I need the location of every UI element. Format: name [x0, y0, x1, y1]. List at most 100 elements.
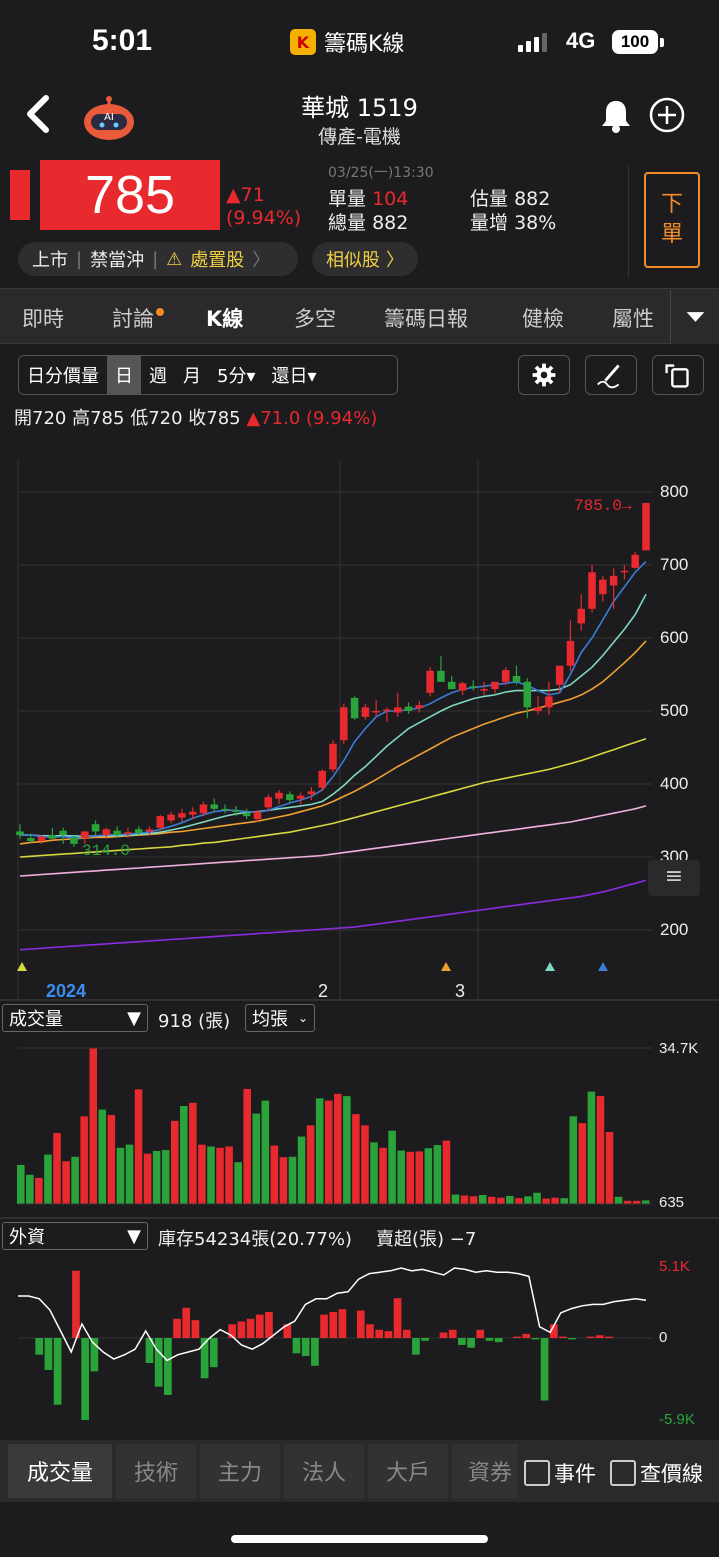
chart-resize-handle[interactable]: ≡ [648, 860, 700, 896]
volume-bar [26, 1174, 34, 1204]
volume-bar [134, 1089, 143, 1204]
foreign-bar [209, 1338, 218, 1368]
candle-body [340, 707, 348, 741]
candle-body [501, 670, 510, 682]
caret-down-icon: ▼ [127, 1007, 141, 1029]
foreign-bar [540, 1338, 549, 1401]
candle-body [134, 829, 143, 833]
candle-body [426, 670, 434, 693]
foreign-y-min: -5.9K [659, 1411, 695, 1428]
candle-body [404, 706, 413, 711]
volume-bar [343, 1096, 351, 1204]
volume-bar [352, 1114, 360, 1204]
volume-bar [542, 1198, 550, 1204]
candle-body [469, 686, 478, 688]
volume-bar [497, 1197, 505, 1204]
foreign-bar [356, 1310, 365, 1338]
btab-technical[interactable]: 技術 [116, 1444, 196, 1498]
volume-bar [80, 1116, 88, 1204]
volume-bar [324, 1100, 333, 1204]
foreign-bar [255, 1314, 264, 1338]
foreign-bar [53, 1338, 62, 1405]
events-checkbox[interactable]: 事件 [524, 1458, 596, 1488]
candle-body [372, 711, 380, 713]
foreign-bar [246, 1318, 255, 1338]
event-marker-icon [598, 962, 608, 971]
btab-volume[interactable]: 成交量 [8, 1444, 112, 1498]
volume-bar [533, 1192, 541, 1204]
y-tick: 200 [660, 920, 689, 939]
volume-bar [506, 1195, 514, 1204]
candle-body [437, 670, 445, 682]
volume-y-max: 34.7K [659, 1040, 699, 1057]
volume-bar [270, 1145, 279, 1204]
foreign-bar [164, 1338, 172, 1395]
foreign-bar [595, 1335, 604, 1338]
foreign-bar [586, 1336, 595, 1338]
foreign-bar [494, 1338, 503, 1343]
candle-body [221, 808, 229, 811]
foreign-bar [522, 1333, 531, 1338]
candle-body [124, 832, 132, 834]
price-line-checkbox[interactable]: 查價線 [610, 1458, 703, 1488]
candle-body [167, 814, 175, 821]
foreign-bar [393, 1298, 402, 1338]
volume-bar [578, 1123, 587, 1204]
candle-body [102, 829, 111, 836]
candle-body [534, 707, 542, 711]
candle-body [523, 681, 532, 708]
volume-bar [515, 1198, 523, 1204]
volume-bar [397, 1150, 405, 1204]
foreign-bar [154, 1338, 163, 1387]
volume-bar [225, 1146, 233, 1204]
x-label-year: 2024 [46, 981, 87, 1001]
volume-bar [161, 1150, 170, 1204]
candle-body [566, 640, 575, 666]
volume-bar [98, 1109, 107, 1204]
volume-bar [478, 1195, 487, 1204]
foreign-bar [467, 1338, 475, 1348]
candle-body [286, 794, 294, 801]
btab-margin[interactable]: 資券 [452, 1444, 518, 1498]
volume-bar [614, 1196, 623, 1204]
volume-bar [388, 1130, 396, 1204]
btab-institutional[interactable]: 法人 [284, 1444, 364, 1498]
btab-big-holders[interactable]: 大戶 [368, 1444, 448, 1498]
candle-body [415, 705, 424, 709]
volume-bar [433, 1145, 442, 1204]
volume-bar [297, 1136, 306, 1204]
ma240-line [19, 879, 647, 951]
volume-bar [107, 1114, 116, 1204]
volume-bar [89, 1048, 98, 1204]
volume-bar [587, 1091, 596, 1204]
candle-body [145, 829, 154, 832]
candle-body [199, 804, 208, 814]
btab-main-force[interactable]: 主力 [200, 1444, 280, 1498]
volume-bar [551, 1197, 559, 1204]
foreign-bar [421, 1338, 429, 1341]
candle-body [275, 792, 283, 799]
volume-bar [261, 1100, 270, 1204]
volume-bar [17, 1164, 25, 1204]
home-indicator [231, 1535, 488, 1543]
avg-lot-button[interactable]: 均張 ⌄ [245, 1004, 315, 1032]
volume-bar [306, 1125, 315, 1204]
caret-down-icon: ▼ [127, 1225, 141, 1247]
foreign-bar [237, 1321, 246, 1338]
volume-bar [596, 1096, 605, 1204]
ma10-line [20, 593, 647, 838]
checkbox-box[interactable] [610, 1460, 636, 1486]
foreign-bar [559, 1336, 567, 1338]
volume-bar [35, 1177, 43, 1204]
volume-bar [198, 1144, 206, 1204]
foreign-indicator-select[interactable]: 外資 ▼ [2, 1222, 148, 1250]
y-tick: 400 [660, 774, 689, 793]
volume-bar [279, 1157, 288, 1204]
foreign-bar [320, 1314, 328, 1338]
volume-bar [442, 1140, 451, 1204]
candle-body [480, 689, 488, 691]
candle-body [296, 795, 305, 799]
volume-indicator-select[interactable]: 成交量 ▼ [2, 1004, 148, 1032]
candle-body [393, 707, 402, 713]
checkbox-box[interactable] [524, 1460, 550, 1486]
